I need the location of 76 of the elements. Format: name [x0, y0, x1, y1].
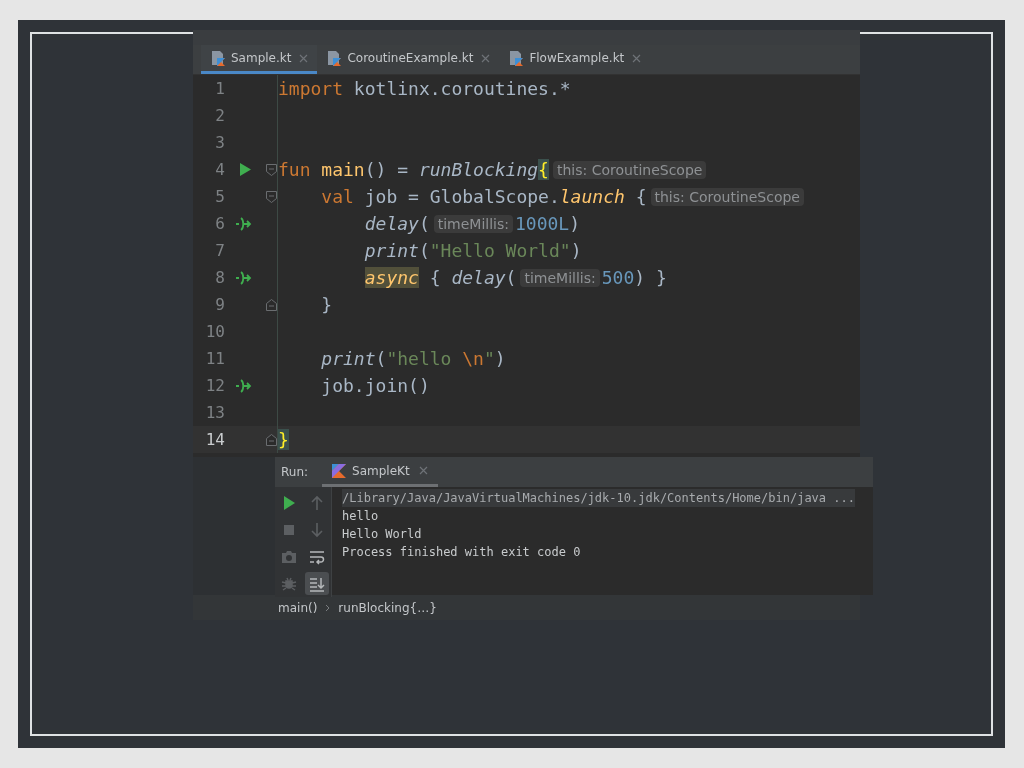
inlay-hint: this: CoroutineScope: [552, 160, 707, 179]
line-number: 3: [214, 133, 225, 152]
fold-icon[interactable]: [265, 163, 277, 176]
console-line: Process finished with exit code 0: [342, 544, 582, 561]
file-tab[interactable]: CoroutineExample.kt: [317, 45, 500, 74]
code-token: "Hello World": [429, 240, 571, 261]
kotlin-file-icon: [326, 50, 343, 66]
fold-icon[interactable]: [265, 433, 277, 446]
code-token: import: [278, 78, 344, 99]
console-line: Hello World: [342, 526, 423, 543]
kotlin-file-icon: [210, 50, 226, 66]
code-token: main: [320, 159, 365, 180]
line-number: 11: [204, 349, 225, 368]
code-token: delay: [364, 213, 419, 234]
code-token: job.join(): [321, 375, 430, 396]
console-line: hello: [342, 508, 380, 525]
line-number: 13: [204, 403, 225, 422]
kotlin-file-icon: [508, 50, 525, 66]
code-token: 500: [601, 267, 635, 288]
code-token: {: [428, 267, 442, 288]
code-token: delay: [451, 267, 506, 288]
file-tab[interactable]: FlowExample.kt: [499, 45, 651, 74]
code-token: 1000L: [515, 213, 570, 234]
line-number: 7: [214, 241, 225, 260]
close-icon[interactable]: [418, 466, 428, 475]
line-number: 2: [214, 106, 225, 125]
line-number: 8: [214, 268, 225, 287]
code-token: (: [375, 348, 387, 369]
line-number: 5: [214, 187, 225, 206]
close-icon[interactable]: [481, 53, 491, 63]
code-token: ): [494, 348, 506, 369]
run-icon[interactable]: [239, 163, 251, 176]
fold-icon[interactable]: [265, 190, 277, 203]
line-number: 14: [204, 430, 225, 449]
code-token: fun: [278, 159, 311, 180]
code-token: }: [278, 429, 289, 450]
code-token: ): [570, 240, 582, 261]
code-token: ": [483, 348, 495, 369]
inlay-hint: timeMillis:: [520, 268, 600, 287]
line-number: 4: [214, 160, 225, 179]
scroll-to-end-icon[interactable]: [305, 572, 329, 595]
code-token: (: [418, 240, 430, 261]
line-number: 6: [214, 214, 225, 233]
file-tab[interactable]: Sample.kt: [201, 45, 318, 74]
code-token: print: [321, 348, 376, 369]
code-token: "hello: [386, 348, 453, 369]
close-icon[interactable]: [632, 53, 642, 63]
line-number: 1: [214, 79, 225, 98]
code-token: {: [634, 186, 647, 207]
code-token: }: [321, 294, 333, 315]
run-label: Run:: [281, 465, 309, 479]
inlay-hint: timeMillis:: [433, 214, 513, 233]
code-token: launch: [559, 186, 625, 207]
code-token: job = GlobalScope.: [363, 186, 560, 207]
chevron-icon: [325, 603, 331, 612]
code-token: print: [364, 240, 419, 261]
code-token: {: [538, 159, 549, 180]
code-token: (: [505, 267, 517, 288]
code-token: () =: [364, 159, 410, 180]
line-number: 10: [204, 322, 225, 341]
code-token: ) }: [634, 267, 667, 288]
breadcrumb[interactable]: main(): [278, 600, 318, 615]
kotlin-logo-icon: [332, 463, 347, 478]
line-number: 12: [204, 376, 225, 395]
code-token: runBlocking: [418, 159, 539, 180]
code-token: kotlinx.coroutines.*: [352, 78, 571, 99]
code-token: val: [321, 186, 354, 207]
breadcrumb[interactable]: runBlocking{…}: [338, 600, 437, 615]
code-token: \n: [462, 348, 484, 369]
code-token: async: [364, 267, 419, 288]
code-token: ): [569, 213, 581, 234]
line-number: 9: [214, 295, 225, 314]
close-icon[interactable]: [299, 53, 309, 63]
code-token: (: [418, 213, 430, 234]
fold-icon[interactable]: [265, 298, 277, 311]
inlay-hint: this: CoroutineScope: [650, 187, 804, 206]
